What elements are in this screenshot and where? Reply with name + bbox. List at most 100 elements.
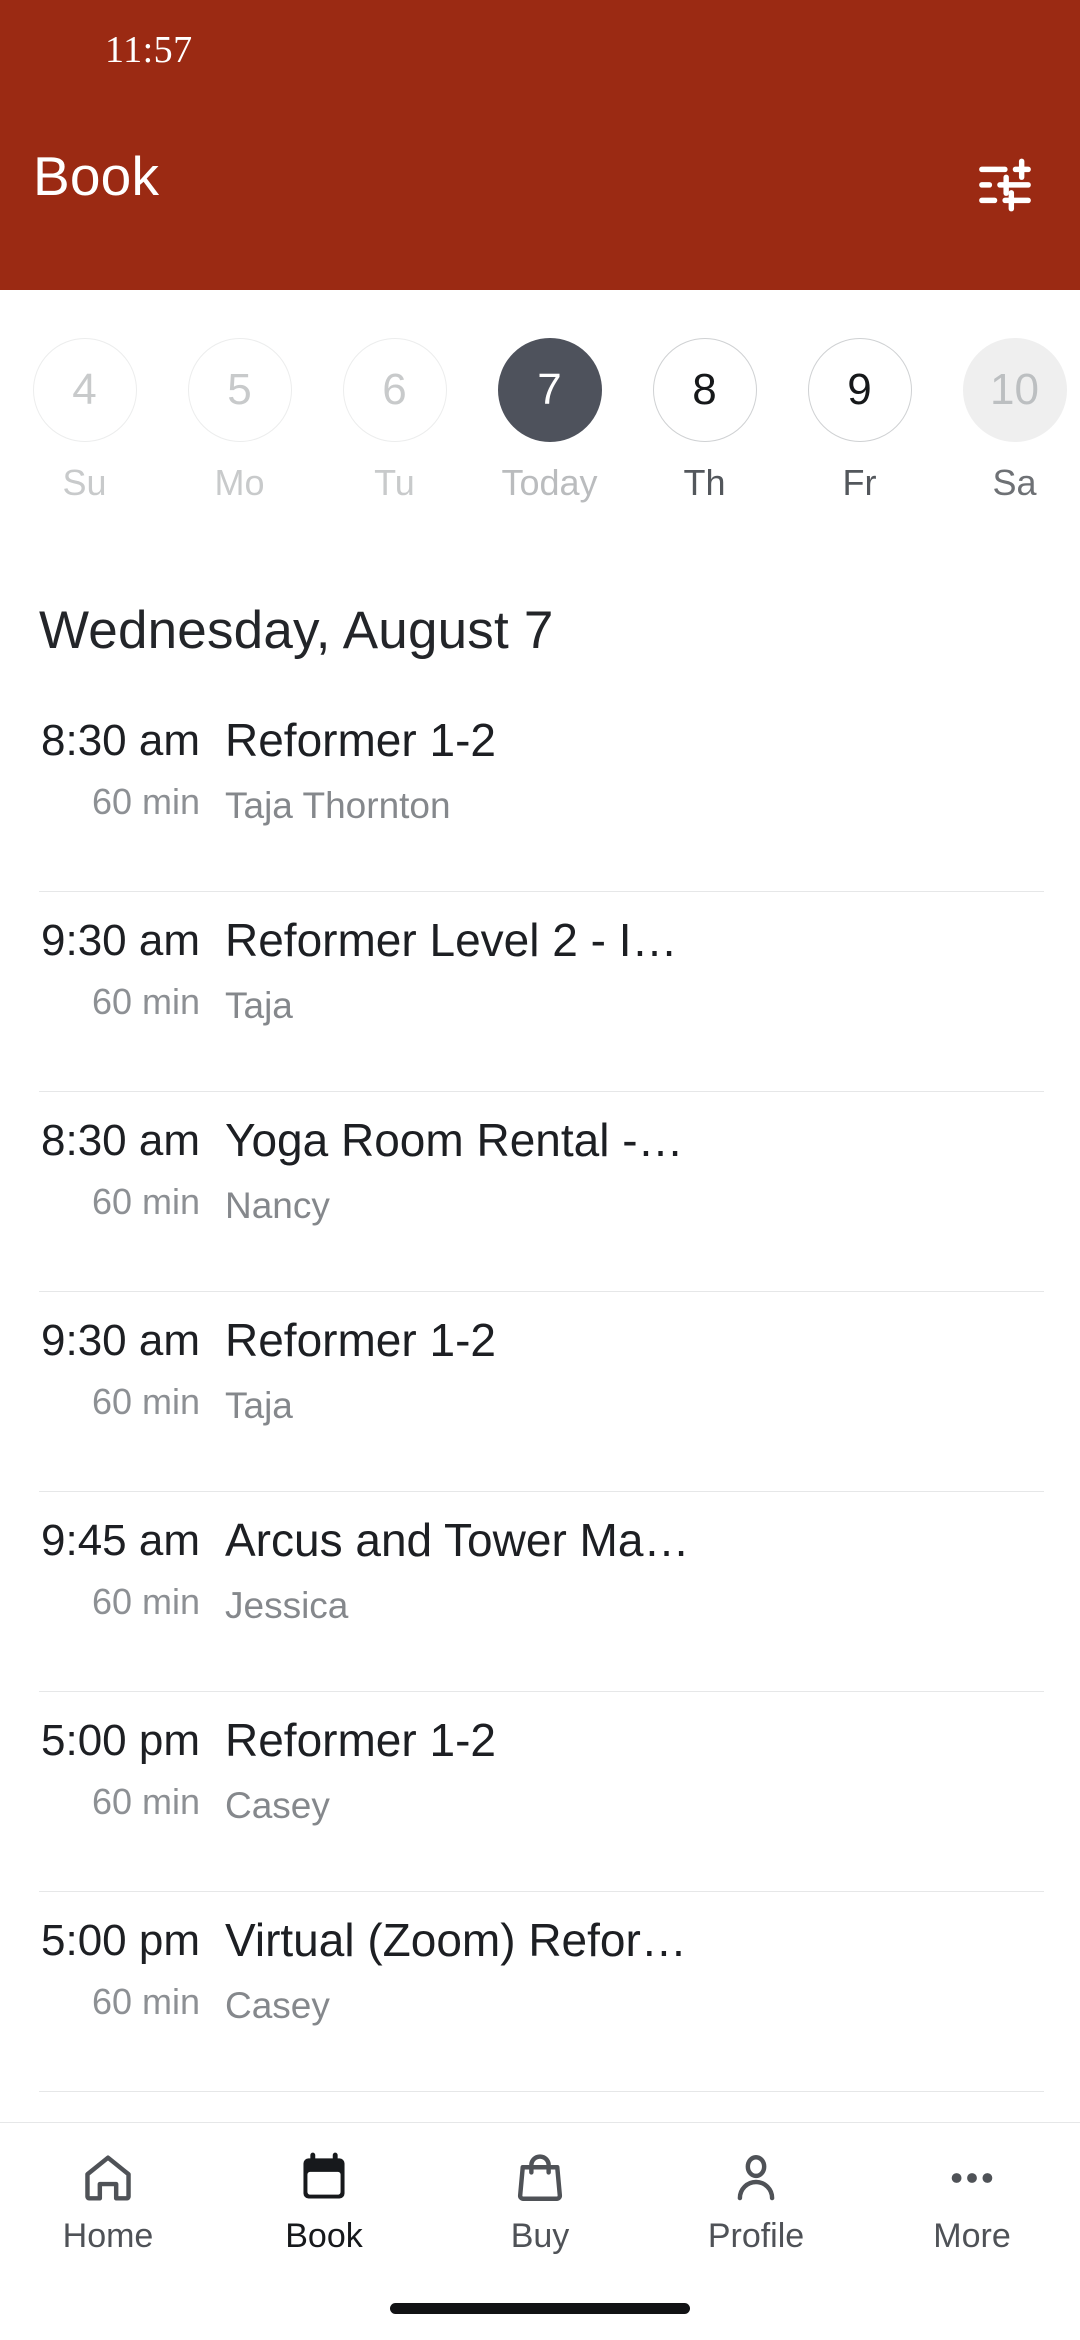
class-time-column: 9:45 am 60 min xyxy=(0,1516,200,1623)
date-chip-row: 4 Su 5 Mo 6 Tu 7 Today 8 Th 9 Fr 10 Sa xyxy=(7,338,1080,504)
class-duration: 60 min xyxy=(91,980,200,1022)
class-time-column: 9:30 am 60 min xyxy=(0,916,200,1023)
ellipsis-icon xyxy=(944,2147,1000,2209)
bottom-nav-item-home[interactable]: Home xyxy=(0,2123,216,2283)
bag-icon xyxy=(512,2147,568,2209)
bottom-nav-label: Profile xyxy=(707,2217,805,2255)
class-info-column: Yoga Room Rental - CH Nancy xyxy=(225,1112,690,1228)
class-title: Yoga Room Rental - CH xyxy=(225,1114,690,1166)
class-schedule-list[interactable]: 8:30 am 60 min Reformer 1-2 Taja Thornton 9:… xyxy=(0,692,1080,2122)
class-instructor: Casey xyxy=(225,1784,330,1826)
class-duration: 60 min xyxy=(91,1980,200,2022)
date-chip-number: 10 xyxy=(962,338,1067,442)
person-icon xyxy=(728,2147,784,2209)
bottom-nav-label: More xyxy=(933,2217,1011,2255)
class-duration: 60 min xyxy=(91,1380,200,1422)
class-time-column: 5:00 pm 60 min xyxy=(0,1916,200,2023)
status-bar: 11:57 xyxy=(0,0,1080,96)
class-time-column: 8:30 am 60 min xyxy=(0,716,200,823)
class-instructor: Nancy xyxy=(225,1184,330,1226)
class-title: Reformer 1-2 xyxy=(225,1714,496,1766)
home-icon xyxy=(80,2147,136,2209)
gesture-home-indicator xyxy=(390,2303,690,2314)
date-chip-9[interactable]: 9 Fr xyxy=(782,338,937,504)
date-chip-weekday: Sa xyxy=(992,462,1037,503)
class-list-item[interactable]: 9:30 am 60 min Reformer 1-2 Taja xyxy=(0,1292,1080,1492)
class-instructor: Taja xyxy=(225,1384,293,1426)
date-chip-number: 8 xyxy=(652,338,757,442)
class-start-time: 8:30 am xyxy=(41,716,200,765)
class-list-item[interactable]: 9:45 am 60 min Arcus and Tower Mat Class Je… xyxy=(0,1492,1080,1692)
class-start-time: 8:30 am xyxy=(41,1116,200,1165)
date-chip-weekday: Fr xyxy=(842,462,877,503)
bottom-nav-item-profile[interactable]: Profile xyxy=(648,2123,864,2283)
class-start-time: 9:45 am xyxy=(41,1516,200,1565)
class-start-time: 5:00 pm xyxy=(41,1716,200,1765)
class-info-column: Arcus and Tower Mat Class Jessica xyxy=(225,1512,690,1628)
class-duration: 60 min xyxy=(91,1180,200,1222)
date-chip-8[interactable]: 8 Th xyxy=(627,338,782,504)
class-time-column: 5:00 pm 60 min xyxy=(0,1716,200,1823)
date-chip-6[interactable]: 6 Tu xyxy=(317,338,472,504)
date-chip-number: 6 xyxy=(342,338,447,442)
class-info-column: Virtual (Zoom) Reformer … Casey xyxy=(225,1912,690,2028)
date-chip-10[interactable]: 10 Sa xyxy=(937,338,1080,504)
bottom-nav-label: Home xyxy=(62,2217,154,2255)
class-title: Reformer 1-2 xyxy=(225,1314,496,1366)
date-chip-weekday: Today xyxy=(501,462,598,503)
date-chip-5[interactable]: 5 Mo xyxy=(162,338,317,504)
page-title: Book xyxy=(33,145,160,207)
date-chip-7[interactable]: 7 Today xyxy=(472,338,627,504)
date-chip-weekday: Th xyxy=(683,462,726,503)
class-info-column: Reformer 1-2 Taja Thornton xyxy=(225,712,690,828)
class-start-time: 9:30 am xyxy=(41,916,200,965)
class-time-column: 8:30 am 60 min xyxy=(0,1116,200,1223)
date-selector-strip[interactable]: 4 Su 5 Mo 6 Tu 7 Today 8 Th 9 Fr 10 Sa xyxy=(0,290,1080,580)
tune-icon xyxy=(979,158,1031,212)
class-start-time: 5:00 pm xyxy=(41,1916,200,1965)
bottom-nav-item-book[interactable]: Book xyxy=(216,2123,432,2283)
bottom-nav-item-more[interactable]: More xyxy=(864,2123,1080,2283)
date-chip-number: 7 xyxy=(497,338,602,442)
class-start-time: 9:30 am xyxy=(41,1316,200,1365)
class-list-item[interactable]: 8:30 am 60 min Reformer 1-2 Taja Thornton xyxy=(0,692,1080,892)
app-header: 11:57 Book xyxy=(0,0,1080,290)
class-list-item[interactable]: 8:30 am 60 min Yoga Room Rental - CH Nancy xyxy=(0,1092,1080,1292)
class-info-column: Reformer Level 2 - Inter… Taja xyxy=(225,912,690,1028)
class-title: Reformer 1-2 xyxy=(225,714,496,766)
selected-day-heading: Wednesday, August 7 xyxy=(39,601,554,660)
date-chip-number: 9 xyxy=(807,338,912,442)
class-list-item[interactable]: 5:00 pm 60 min Virtual (Zoom) Reformer … Ca… xyxy=(0,1892,1080,2092)
app-bar: Book xyxy=(0,96,1080,290)
class-title: Virtual (Zoom) Reformer … xyxy=(225,1914,690,1966)
bottom-nav-label: Book xyxy=(285,2217,363,2255)
date-chip-number: 5 xyxy=(187,338,292,442)
bottom-navigation-bar: Home Book Buy Profile More xyxy=(0,2122,1080,2340)
status-bar-time: 11:57 xyxy=(105,29,193,71)
class-title: Reformer Level 2 - Inter… xyxy=(225,914,690,966)
bottom-nav-label: Buy xyxy=(510,2217,570,2255)
class-info-column: Reformer 1-2 Taja xyxy=(225,1312,690,1428)
bottom-nav-item-buy[interactable]: Buy xyxy=(432,2123,648,2283)
class-instructor: Taja Thornton xyxy=(225,784,451,826)
class-list-item[interactable]: 9:30 am 60 min Reformer Level 2 - Inter… Ta… xyxy=(0,892,1080,1092)
filter-button[interactable] xyxy=(966,146,1044,224)
class-title: Arcus and Tower Mat Class xyxy=(225,1514,690,1566)
calendar-icon xyxy=(296,2147,352,2209)
class-duration: 60 min xyxy=(91,1580,200,1622)
class-time-column: 9:30 am 60 min xyxy=(0,1316,200,1423)
class-list-item[interactable]: 5:00 pm 60 min Reformer 1-2 Casey xyxy=(0,1692,1080,1892)
bottom-nav-items: Home Book Buy Profile More xyxy=(0,2123,1080,2283)
class-duration: 60 min xyxy=(91,780,200,822)
date-chip-weekday: Su xyxy=(62,462,107,503)
date-chip-weekday: Mo xyxy=(214,462,265,503)
class-instructor: Jessica xyxy=(225,1584,349,1626)
list-divider xyxy=(39,2091,1044,2092)
app-root: 11:57 Book 4 Su 5 Mo 6 Tu 7 Today 8 Th 9… xyxy=(0,0,1080,2340)
class-instructor: Casey xyxy=(225,1984,330,2026)
class-info-column: Reformer 1-2 Casey xyxy=(225,1712,690,1828)
date-chip-weekday: Tu xyxy=(374,462,415,503)
class-instructor: Taja xyxy=(225,984,293,1026)
date-chip-4[interactable]: 4 Su xyxy=(7,338,162,504)
date-chip-number: 4 xyxy=(32,338,137,442)
